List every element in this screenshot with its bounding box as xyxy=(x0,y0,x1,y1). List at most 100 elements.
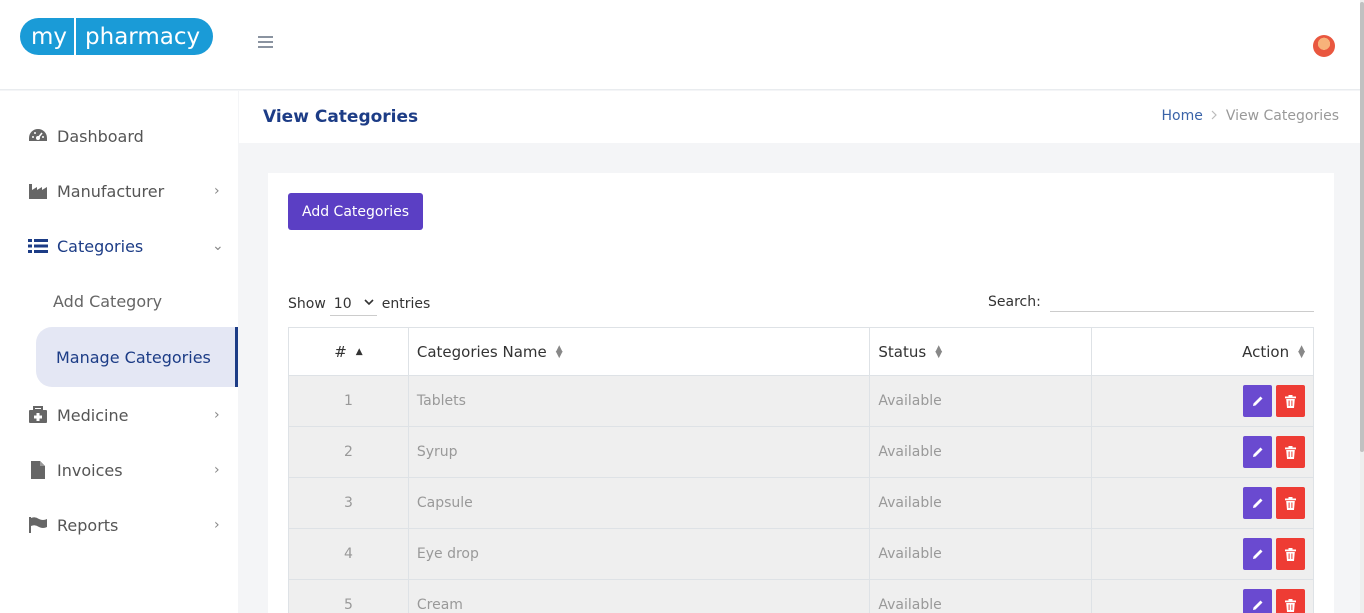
chevron-right-icon: › xyxy=(214,183,220,199)
medkit-icon xyxy=(28,405,48,425)
cell-status: Available xyxy=(869,375,1093,427)
user-avatar[interactable] xyxy=(1313,35,1335,57)
table-row: 3 Capsule Available xyxy=(288,477,1314,529)
cell-actions xyxy=(1091,528,1314,580)
chevron-right-icon: › xyxy=(214,517,220,533)
pencil-icon xyxy=(1252,600,1262,610)
cell-category-name: Cream xyxy=(407,579,871,613)
sidebar-subitem-manage-categories[interactable]: Manage Categories xyxy=(36,327,238,387)
chevron-down-icon xyxy=(364,295,374,309)
search-label: Search: xyxy=(988,294,1041,310)
sidebar-item-reports[interactable]: Reports › xyxy=(0,505,238,545)
trash-icon xyxy=(1285,394,1296,408)
search-input[interactable] xyxy=(1049,292,1314,312)
sidebar-label-invoices: Invoices xyxy=(57,460,123,480)
delete-button[interactable] xyxy=(1276,385,1305,417)
chevron-down-icon: ⌄ xyxy=(212,238,224,254)
cell-category-name: Tablets xyxy=(407,375,871,427)
cell-category-name: Capsule xyxy=(407,477,871,529)
sidebar-subitem-add-category[interactable]: Add Category xyxy=(36,271,238,331)
sidebar-item-manufacturer[interactable]: Manufacturer › xyxy=(0,171,238,211)
column-header-number[interactable]: # ▲ xyxy=(288,327,409,376)
chevron-right-icon: › xyxy=(214,407,220,423)
sidebar-label-manufacturer: Manufacturer xyxy=(57,181,165,201)
top-header: my pharmacy xyxy=(0,0,1364,90)
table-row: 2 Syrup Available xyxy=(288,426,1314,478)
column-header-status[interactable]: Status ▲ ▼ xyxy=(869,327,1093,376)
entries-select[interactable]: 10 xyxy=(329,292,377,316)
table-row: 5 Cream Available xyxy=(288,579,1314,613)
flag-icon xyxy=(28,515,48,535)
delete-button[interactable] xyxy=(1276,436,1305,468)
delete-button[interactable] xyxy=(1276,589,1305,613)
chevron-right-icon: › xyxy=(214,462,220,478)
sort-icon: ▲ ▼ xyxy=(935,344,943,360)
sidebar-sublabel-add-category: Add Category xyxy=(53,291,163,311)
categories-table: # ▲ Categories Name ▲ ▼ Status ▲ ▼ Action ▲ ▼ 1… xyxy=(288,327,1314,613)
sidebar-label-categories: Categories xyxy=(57,236,144,256)
edit-button[interactable] xyxy=(1243,589,1272,613)
trash-icon xyxy=(1285,445,1296,459)
sidebar-item-medicine[interactable]: Medicine › xyxy=(0,395,238,435)
file-icon xyxy=(28,460,48,480)
pencil-icon xyxy=(1252,549,1262,559)
edit-button[interactable] xyxy=(1243,538,1272,570)
factory-icon xyxy=(28,181,48,201)
cell-status: Available xyxy=(869,579,1093,613)
breadcrumb: Home View Categories xyxy=(1162,108,1339,124)
trash-icon xyxy=(1285,547,1296,561)
hamburger-menu-icon[interactable] xyxy=(258,36,273,50)
sidebar-item-dashboard[interactable]: Dashboard xyxy=(0,116,238,156)
cell-number: 3 xyxy=(288,477,409,529)
sidebar-item-invoices[interactable]: Invoices › xyxy=(0,450,238,490)
add-categories-button[interactable]: Add Categories xyxy=(288,193,423,230)
column-header-categories-name[interactable]: Categories Name ▲ ▼ xyxy=(407,327,871,376)
sidebar-sublabel-manage-categories: Manage Categories xyxy=(56,347,211,367)
sidebar-label-reports: Reports xyxy=(57,515,119,535)
categories-card: Add Categories Show 10 entries Search: #… xyxy=(268,173,1334,613)
breadcrumb-home-link[interactable]: Home xyxy=(1162,108,1203,124)
cell-actions xyxy=(1091,426,1314,478)
cell-number: 2 xyxy=(288,426,409,478)
cell-status: Available xyxy=(869,528,1093,580)
cell-actions xyxy=(1091,375,1314,427)
sidebar-item-categories[interactable]: Categories ⌄ xyxy=(0,226,238,266)
cell-number: 4 xyxy=(288,528,409,580)
entries-label: entries xyxy=(381,296,431,312)
breadcrumb-current: View Categories xyxy=(1225,108,1339,124)
cell-actions xyxy=(1091,579,1314,613)
edit-button[interactable] xyxy=(1243,487,1272,519)
cell-category-name: Syrup xyxy=(407,426,871,478)
delete-button[interactable] xyxy=(1276,487,1305,519)
table-row: 4 Eye drop Available xyxy=(288,528,1314,580)
page-scrollbar[interactable] xyxy=(1360,0,1364,613)
column-header-action[interactable]: Action ▲ ▼ xyxy=(1091,327,1314,376)
page-header: View Categories Home View Categories xyxy=(239,91,1360,143)
brand-my: my xyxy=(31,23,68,50)
sort-asc-icon: ▲ xyxy=(355,347,363,357)
sort-icon: ▲ ▼ xyxy=(1298,344,1305,360)
trash-icon xyxy=(1285,598,1296,612)
brand-pharmacy: pharmacy xyxy=(85,23,201,50)
cell-status: Available xyxy=(869,426,1093,478)
brand-logo[interactable]: my pharmacy xyxy=(20,18,213,55)
sidebar-label-dashboard: Dashboard xyxy=(57,126,144,146)
table-search-control: Search: xyxy=(988,292,1314,312)
cell-status: Available xyxy=(869,477,1093,529)
pencil-icon xyxy=(1252,396,1262,406)
scrollbar-thumb[interactable] xyxy=(1360,2,1364,452)
edit-button[interactable] xyxy=(1243,385,1272,417)
sort-icon: ▲ ▼ xyxy=(555,344,563,360)
breadcrumb-separator-icon xyxy=(1211,109,1218,123)
sidebar-label-medicine: Medicine xyxy=(57,405,129,425)
cell-number: 1 xyxy=(288,375,409,427)
pencil-icon xyxy=(1252,498,1262,508)
pencil-icon xyxy=(1252,447,1262,457)
cell-actions xyxy=(1091,477,1314,529)
edit-button[interactable] xyxy=(1243,436,1272,468)
table-header-row: # ▲ Categories Name ▲ ▼ Status ▲ ▼ Action ▲ ▼ xyxy=(288,327,1314,376)
cell-category-name: Eye drop xyxy=(407,528,871,580)
delete-button[interactable] xyxy=(1276,538,1305,570)
dashboard-icon xyxy=(28,126,48,146)
list-icon xyxy=(28,236,48,256)
